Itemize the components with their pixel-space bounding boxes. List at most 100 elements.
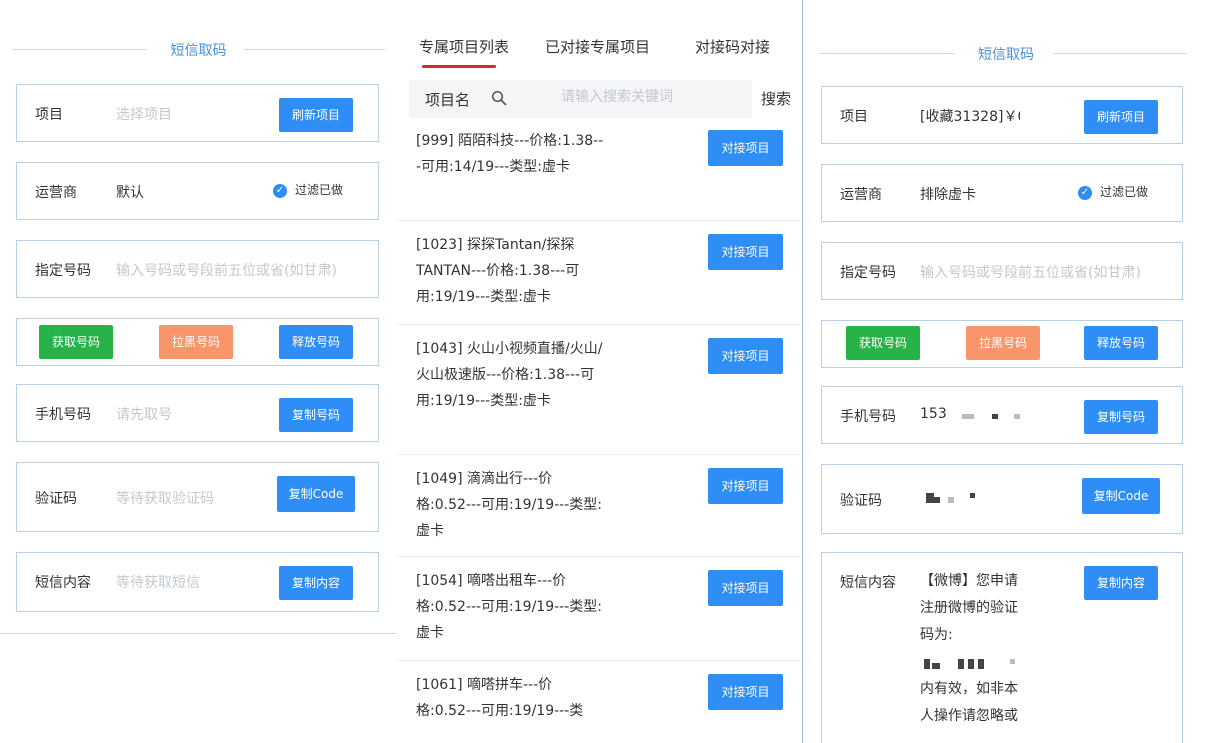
list-item: [1043] 火山小视频直播/火山/火山极速版---价格:1.38---可用:1… (397, 326, 801, 455)
code-row: 验证码 等待获取验证码 复制Code (16, 462, 379, 532)
section-header: 短信取码 (12, 34, 385, 64)
phone-row: 手机号码 请先取号 复制号码 (16, 384, 379, 442)
code-row: 验证码 复制Code (821, 464, 1183, 534)
copy-content-button[interactable]: 复制内容 (1084, 566, 1158, 600)
designated-number-input[interactable]: 输入号码或号段前五位或省(如甘肃) (920, 262, 1182, 282)
connect-project-button[interactable]: 对接项目 (708, 234, 783, 270)
code-label: 验证码 (35, 491, 77, 507)
designated-row: 指定号码 输入号码或号段前五位或省(如甘肃) (821, 242, 1183, 300)
blacklist-number-button[interactable]: 拉黑号码 (966, 326, 1040, 360)
right-sms-panel: 短信取码 项目 [收藏31328]￥0.1( 刷新项目 运营商 排除虚卡 ✓ 过滤… (802, 0, 1209, 743)
carrier-label: 运营商 (35, 185, 77, 201)
list-item: [1049] 滴滴出行---价格:0.52---可用:19/19---类型:虚卡… (397, 456, 801, 557)
filter-label: 过滤已做 (1100, 185, 1149, 199)
search-input[interactable] (559, 88, 743, 106)
redacted-line (920, 649, 1046, 676)
tab-connected-projects[interactable]: 已对接专属项目 (545, 36, 650, 57)
project-info: [1061] 嘀嗒拼车---价格:0.52---可用:19/19---类 (416, 677, 584, 719)
project-info: [999] 陌陌科技---价格:1.38---可用:14/19---类型:虚卡 (416, 133, 604, 175)
divider (1053, 53, 1187, 54)
designated-label: 指定号码 (840, 265, 896, 281)
code-value: 等待获取验证码 (116, 491, 214, 507)
release-number-button[interactable]: 释放号码 (1084, 326, 1158, 360)
connect-project-button[interactable]: 对接项目 (708, 130, 783, 166)
connect-project-button[interactable]: 对接项目 (708, 674, 783, 710)
sms-line: 码为: (920, 627, 953, 643)
active-tab-indicator (422, 65, 496, 68)
sms-label: 短信内容 (35, 575, 91, 591)
carrier-select[interactable]: 默认 (116, 182, 144, 202)
project-info: [1043] 火山小视频直播/火山/火山极速版---价格:1.38---可用:1… (416, 341, 603, 409)
tab-code-connect[interactable]: 对接码对接 (695, 36, 770, 57)
search-button[interactable]: 搜索 (761, 88, 791, 109)
project-info: [1023] 探探Tantan/探探TANTAN---价格:1.38---可用:… (416, 237, 580, 305)
copy-number-button[interactable]: 复制号码 (279, 398, 353, 432)
get-number-button[interactable]: 获取号码 (39, 325, 113, 359)
phone-label: 手机号码 (840, 409, 896, 425)
tab-exclusive-projects[interactable]: 专属项目列表 (419, 36, 509, 57)
project-select[interactable]: 选择项目 (116, 104, 172, 124)
copy-code-button[interactable]: 复制Code (1082, 478, 1160, 514)
project-row: 项目 [收藏31328]￥0.1( 刷新项目 (821, 86, 1183, 144)
copy-content-button[interactable]: 复制内容 (279, 566, 353, 600)
carrier-row: 运营商 排除虚卡 ✓ 过滤已做 (821, 164, 1183, 222)
project-select[interactable]: [收藏31328]￥0.1( (920, 106, 1020, 126)
carrier-select[interactable]: 排除虚卡 (920, 184, 976, 204)
copy-number-button[interactable]: 复制号码 (1084, 400, 1158, 434)
search-icon (491, 90, 507, 106)
tab-bar: 专属项目列表 已对接专属项目 对接码对接 (397, 0, 801, 68)
sms-line: 内有效，如非本 (920, 681, 1018, 697)
actions-row: 获取号码 拉黑号码 释放号码 (821, 320, 1183, 368)
sms-content: 【微博】您申请 注册微博的验证 码为: 内有效，如非本 人操作请忽略或 (920, 568, 1046, 730)
list-item: [1054] 嘀嗒出租车---价格:0.52---可用:19/19---类型:虚… (397, 558, 801, 661)
sms-line: 人操作请忽略或 (920, 708, 1018, 724)
sms-row: 短信内容 【微博】您申请 注册微博的验证 码为: 内有效，如非本 人操作请忽略或… (821, 552, 1183, 743)
refresh-project-button[interactable]: 刷新项目 (279, 98, 353, 132)
list-item: [1061] 嘀嗒拼车---价格:0.52---可用:19/19---类 对接项… (397, 662, 801, 743)
designated-number-input[interactable]: 输入号码或号段前五位或省(如甘肃) (116, 260, 378, 280)
sms-label: 短信内容 (840, 575, 896, 591)
filter-label: 过滤已做 (295, 183, 344, 197)
sms-line: 【微博】您申请 (920, 573, 1018, 589)
connect-project-button[interactable]: 对接项目 (708, 570, 783, 606)
sms-row: 短信内容 等待获取短信 复制内容 (16, 552, 379, 612)
project-info: [1049] 滴滴出行---价格:0.52---可用:19/19---类型:虚卡 (416, 471, 602, 539)
check-icon: ✓ (273, 183, 287, 198)
section-title: 短信取码 (170, 43, 227, 59)
sms-line: 注册微博的验证 (920, 600, 1018, 616)
divider (244, 49, 385, 50)
list-item: [1023] 探探Tantan/探探TANTAN---价格:1.38---可用:… (397, 222, 801, 325)
project-label: 项目 (840, 109, 868, 125)
actions-row: 获取号码 拉黑号码 释放号码 (16, 318, 379, 366)
project-info: [1054] 嘀嗒出租车---价格:0.52---可用:19/19---类型:虚… (416, 573, 602, 641)
carrier-row: 运营商 默认 ✓ 过滤已做 (16, 162, 379, 220)
phone-label: 手机号码 (35, 407, 91, 423)
filter-done-checkbox[interactable]: ✓ 过滤已做 (273, 181, 343, 198)
release-number-button[interactable]: 释放号码 (279, 325, 353, 359)
code-label: 验证码 (840, 493, 882, 509)
carrier-label: 运营商 (840, 187, 882, 203)
designated-row: 指定号码 输入号码或号段前五位或省(如甘肃) (16, 240, 379, 298)
left-sms-panel: 短信取码 项目 选择项目 刷新项目 运营商 默认 ✓ 过滤已做 指定号码 输入号码… (0, 0, 397, 634)
phone-value: 请先取号 (116, 407, 172, 423)
section-title: 短信取码 (978, 47, 1034, 63)
search-bar: 项目名 (409, 80, 752, 118)
refresh-project-button[interactable]: 刷新项目 (1084, 100, 1158, 134)
get-number-button[interactable]: 获取号码 (846, 326, 920, 360)
section-header: 短信取码 (815, 38, 1197, 68)
check-icon: ✓ (1078, 185, 1092, 200)
project-label: 项目 (35, 107, 63, 123)
connect-project-button[interactable]: 对接项目 (708, 468, 783, 504)
sms-value: 等待获取短信 (116, 575, 200, 591)
phone-value: 153 (920, 406, 947, 422)
designated-label: 指定号码 (35, 263, 91, 279)
search-label: 项目名 (425, 91, 471, 109)
filter-done-checkbox[interactable]: ✓ 过滤已做 (1078, 183, 1148, 200)
blacklist-number-button[interactable]: 拉黑号码 (159, 325, 233, 359)
project-row: 项目 选择项目 刷新项目 (16, 84, 379, 142)
list-item: [999] 陌陌科技---价格:1.38---可用:14/19---类型:虚卡 … (397, 124, 801, 221)
copy-code-button[interactable]: 复制Code (277, 476, 355, 512)
project-list-panel: 专属项目列表 已对接专属项目 对接码对接 项目名 搜索 [999] 陌陌科技--… (397, 0, 801, 743)
phone-row: 手机号码 153 复制号码 (821, 386, 1183, 444)
connect-project-button[interactable]: 对接项目 (708, 338, 783, 374)
